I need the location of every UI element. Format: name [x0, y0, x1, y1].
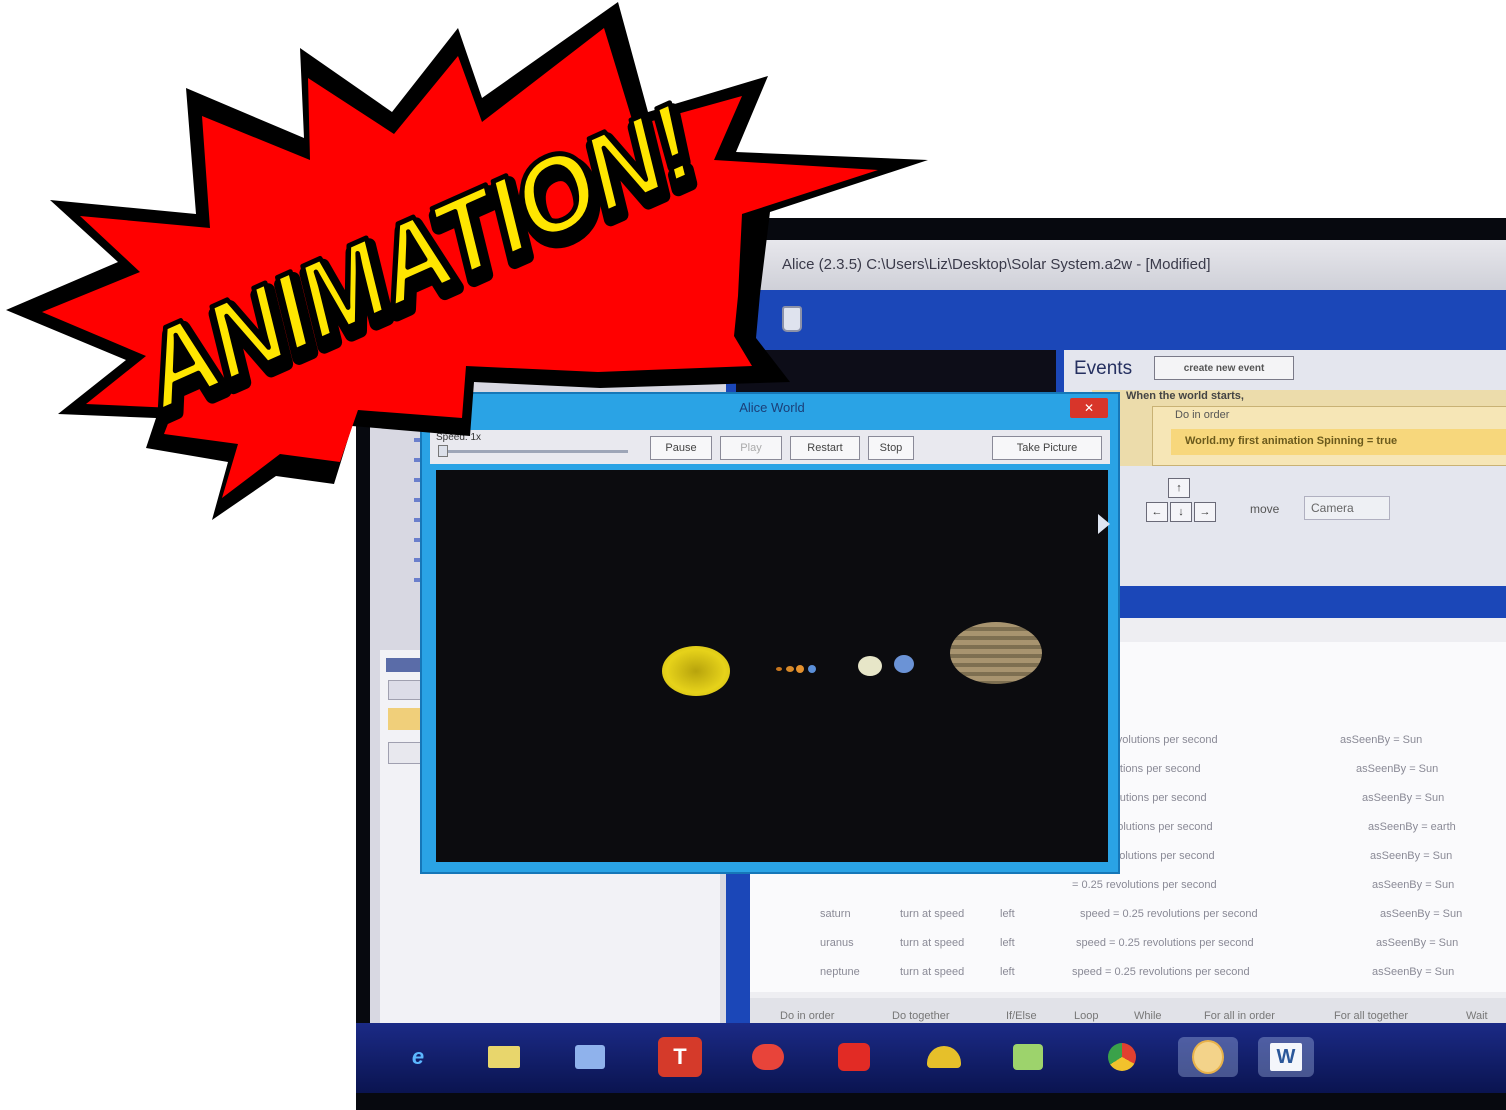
method-style: asSeenBy = Sun [1372, 879, 1455, 891]
event-trigger-label: When the world starts, [1126, 390, 1244, 402]
do-in-order-label: Do in order [1175, 409, 1230, 421]
camera-select[interactable]: Camera [1304, 496, 1390, 520]
method-action: turn at speed [900, 966, 965, 978]
close-button[interactable]: ✕ [1070, 398, 1108, 418]
word-icon-letter: W [1270, 1043, 1302, 1071]
method-direction: left [1000, 966, 1015, 978]
ctrl-loop[interactable]: Loop [1074, 1010, 1098, 1022]
ctrl-while[interactable]: While [1134, 1010, 1162, 1022]
windows-taskbar: e T W [356, 1023, 1506, 1093]
do-in-order-block[interactable]: Do in order World.my first animation Spi… [1152, 406, 1506, 466]
method-style: asSeenBy = Sun [1372, 966, 1455, 978]
method-object: uranus [820, 937, 854, 949]
file-explorer-icon[interactable] [482, 1037, 526, 1077]
method-row[interactable]: uranus turn at speed left speed = 0.25 revo… [750, 937, 1506, 959]
animation-starburst: ANIMATION! ANIMATION! [6, 2, 928, 520]
ctrl-wait[interactable]: Wait [1466, 1010, 1488, 1022]
method-style: asSeenBy = Sun [1380, 908, 1463, 920]
method-object: neptune [820, 966, 860, 978]
camera-up-button[interactable]: ↑ [1168, 478, 1190, 498]
app-w-icon[interactable] [1006, 1037, 1050, 1077]
uranus [950, 622, 1042, 684]
jupiter [858, 656, 882, 676]
method-direction: left [1000, 908, 1015, 920]
mouse-cursor [1098, 514, 1110, 534]
method-row[interactable]: saturn turn at speed left speed = 0.25 revo… [750, 908, 1506, 930]
method-style: asSeenBy = Sun [1340, 734, 1423, 746]
ctrl-do-in-order[interactable]: Do in order [780, 1010, 834, 1022]
first-animation-label: World.my first animation Spinning = true [1185, 435, 1398, 447]
method-object: saturn [820, 908, 851, 920]
method-speed: speed = 0.25 revolutions per second [1080, 908, 1258, 920]
method-speed: speed = 0.25 revolutions per second [1072, 966, 1250, 978]
store-icon[interactable] [568, 1037, 612, 1077]
method-speed: speed = 0.25 revolutions per second [1076, 937, 1254, 949]
app-t-icon[interactable]: T [658, 1037, 702, 1077]
events-panel: Events create new event When the world s… [1064, 350, 1506, 586]
move-label: move [1250, 502, 1280, 516]
mercury [776, 667, 782, 671]
first-animation-statement[interactable]: World.my first animation Spinning = true [1171, 429, 1506, 455]
sun [662, 646, 730, 696]
photo-app-icon[interactable] [746, 1037, 790, 1077]
ctrl-for-all-in-order[interactable]: For all in order [1204, 1010, 1275, 1022]
alice-icon[interactable] [1178, 1037, 1238, 1077]
word-icon[interactable]: W [1258, 1037, 1314, 1077]
ctrl-for-all-together[interactable]: For all together [1334, 1010, 1408, 1022]
chrome-icon[interactable] [1100, 1037, 1144, 1077]
method-style: asSeenBy = Sun [1376, 937, 1459, 949]
ctrl-if-else[interactable]: If/Else [1006, 1010, 1037, 1022]
method-style: asSeenBy = Sun [1370, 850, 1453, 862]
events-label: Events [1074, 358, 1133, 379]
method-style: asSeenBy = earth [1368, 821, 1456, 833]
camera-down-button[interactable]: ↓ [1170, 502, 1192, 522]
method-style: asSeenBy = Sun [1362, 792, 1445, 804]
method-direction: left [1000, 937, 1015, 949]
world-starts-event: When the world starts, do Do in order Wo… [1092, 390, 1506, 466]
method-row[interactable]: neptune turn at speed left speed = 0.25 rev… [750, 966, 1506, 988]
earth [796, 665, 804, 673]
world-render-canvas [436, 470, 1108, 862]
method-action: turn at speed [900, 937, 965, 949]
method-speed: = 0.25 revolutions per second [1072, 879, 1217, 891]
venus [786, 666, 794, 672]
camera-left-button[interactable]: ← [1146, 502, 1168, 522]
gauge-app-icon[interactable] [922, 1037, 966, 1077]
method-row[interactable]: = 0.25 revolutions per second asSeenBy = … [750, 879, 1506, 901]
internet-explorer-icon[interactable]: e [396, 1037, 440, 1077]
mars [808, 665, 816, 673]
app-s-icon[interactable] [832, 1037, 876, 1077]
camera-right-button[interactable]: → [1194, 502, 1216, 522]
saturn [894, 655, 914, 673]
create-new-event-button[interactable]: create new event [1154, 356, 1294, 380]
take-picture-button[interactable]: Take Picture [992, 436, 1102, 460]
method-action: turn at speed [900, 908, 965, 920]
ctrl-do-together[interactable]: Do together [892, 1010, 949, 1022]
method-style: asSeenBy = Sun [1356, 763, 1439, 775]
